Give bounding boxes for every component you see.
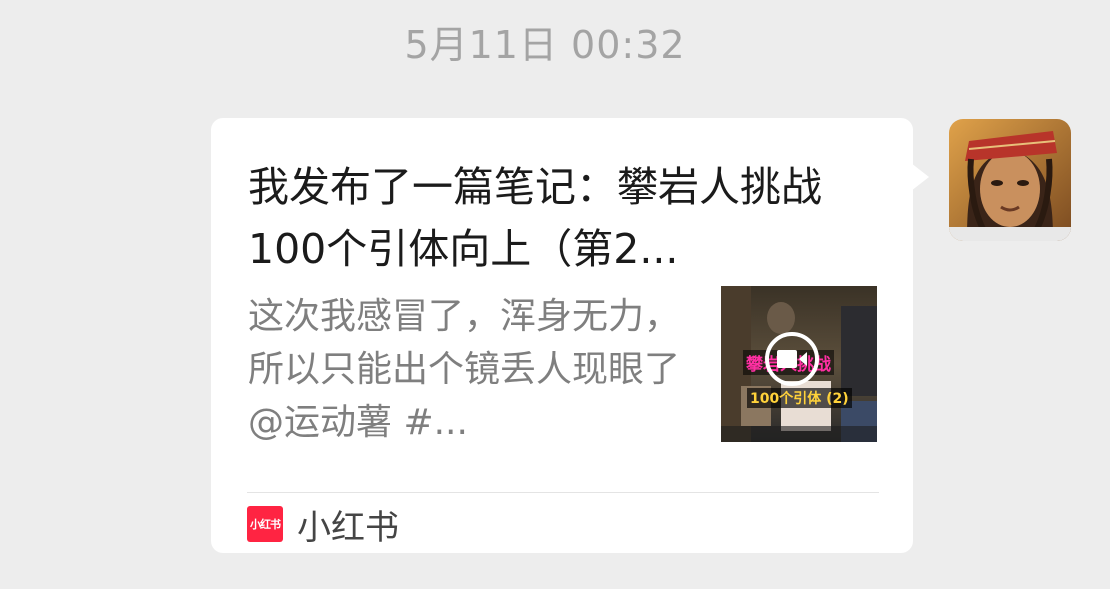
card-description: 这次我感冒了，浑身无力，所以只能出个镜丢人现眼了 @运动薯 #... bbox=[248, 296, 681, 443]
bubble-tail bbox=[911, 163, 929, 191]
message-timestamp: 5月11日 00:32 bbox=[404, 23, 686, 67]
video-thumbnail[interactable]: 攀岩人挑战 100个引体 (2) bbox=[721, 286, 877, 442]
card-source: 小红书 小红书 bbox=[247, 503, 399, 548]
video-camera-icon bbox=[765, 332, 819, 386]
thumbnail-overlay-subtitle: 100个引体 (2) bbox=[747, 388, 852, 408]
avatar-image bbox=[949, 119, 1071, 241]
chat-screen: 5月11日 00:32 我发布了一篇笔记：攀岩人挑战 100个引体向上（第2..… bbox=[0, 0, 1110, 589]
xiaohongshu-logo-icon: 小红书 bbox=[247, 506, 283, 542]
card-divider bbox=[247, 492, 879, 493]
card-title: 我发布了一篇笔记：攀岩人挑战 100个引体向上（第2... bbox=[248, 163, 822, 273]
shared-note-card[interactable]: 我发布了一篇笔记：攀岩人挑战 100个引体向上（第2... 这次我感冒了，浑身无… bbox=[211, 118, 913, 553]
avatar-icon[interactable] bbox=[949, 119, 1071, 241]
source-name: 小红书 bbox=[297, 507, 399, 548]
